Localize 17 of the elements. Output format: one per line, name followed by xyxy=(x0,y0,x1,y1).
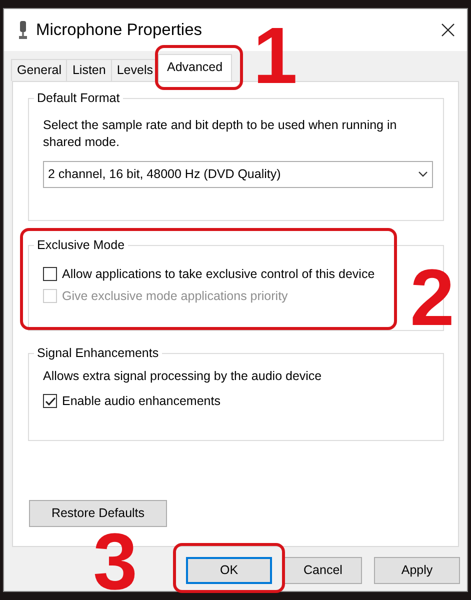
checkbox-label: Give exclusive mode applications priority xyxy=(62,288,288,304)
dialog-button[interactable]: Apply xyxy=(374,557,460,584)
format-dropdown[interactable]: 2 channel, 16 bit, 48000 Hz (DVD Quality) xyxy=(43,161,433,188)
tab[interactable]: General xyxy=(11,59,68,81)
group-description: Allows extra signal processing by the audio device xyxy=(43,368,323,385)
window-title: Microphone Properties xyxy=(36,20,203,41)
group-description: Select the sample rate and bit depth to be used when running in shared mode. xyxy=(43,117,398,151)
tab[interactable]: Advanced xyxy=(158,54,232,81)
restore-defaults-button[interactable]: Restore Defaults xyxy=(29,500,167,527)
dialog-button[interactable]: Cancel xyxy=(284,557,362,584)
step-number: 1 xyxy=(253,20,298,92)
step-number: 2 xyxy=(410,262,454,334)
checkbox-label: Enable audio enhancements xyxy=(62,393,220,409)
checkbox-label: Allow applications to take exclusive control of this device xyxy=(62,266,375,282)
group-heading: Signal Enhancements xyxy=(34,345,162,361)
step-number: 3 xyxy=(93,526,138,598)
dialog-button[interactable]: OK xyxy=(186,557,272,584)
